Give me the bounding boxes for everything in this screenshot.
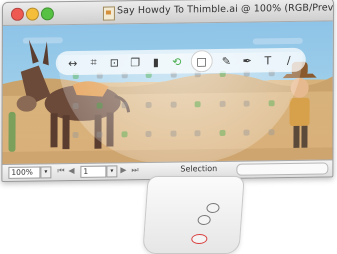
grid-dot [72, 102, 79, 109]
grid-dot [96, 131, 103, 139]
layers-icon[interactable]: ❐ [128, 55, 142, 69]
shape-icon[interactable]: □ [190, 50, 213, 73]
grid-dot [145, 131, 152, 138]
grid-dot [268, 99, 275, 106]
grid-dot [170, 101, 177, 108]
next-page-icon[interactable]: ▶ [120, 165, 126, 174]
grid-dot [219, 130, 226, 137]
brush-icon[interactable]: ∕ [282, 53, 296, 67]
grid-dot [145, 101, 152, 108]
grid-dot [121, 131, 128, 138]
grid-dot [194, 100, 201, 107]
artboard-canvas[interactable]: ↔ ⌗ ⊡ ❐ ▮ ⟲ □ ✎ ✒ T ∕ [2, 21, 333, 166]
cactus-figure [8, 111, 16, 152]
pencil-icon[interactable]: ✎ [219, 54, 233, 68]
close-button[interactable] [10, 7, 24, 21]
grid-icon[interactable]: ⌗ [87, 56, 101, 70]
last-page-icon[interactable]: ⏭ [131, 165, 138, 175]
grid-dot [243, 100, 250, 107]
document-icon [102, 6, 115, 21]
zoom-field[interactable]: 100% [8, 166, 41, 179]
remote-controller [142, 176, 245, 254]
controller-button-middle[interactable] [197, 215, 211, 225]
grid-dot [243, 129, 250, 136]
move-icon[interactable]: ↔ [66, 56, 80, 70]
page-field[interactable]: 1 [80, 165, 107, 178]
grid-dot [170, 130, 177, 137]
first-page-icon[interactable]: ⏮ [57, 166, 64, 176]
text-icon[interactable]: T [261, 53, 275, 67]
status-mode: Selection [180, 164, 218, 174]
zoom-button[interactable] [40, 7, 54, 21]
window-title: Say Howdy To Thimble.ai @ 100% (RGB/Prev… [116, 2, 334, 17]
crop-icon[interactable]: ⊡ [107, 55, 121, 69]
prev-page-icon[interactable]: ◀ [68, 166, 74, 175]
rotate-icon[interactable]: ⟲ [170, 54, 184, 68]
grid-dot [72, 132, 79, 139]
controller-button-bottom[interactable] [190, 234, 208, 244]
grid-dot [194, 130, 201, 137]
grid-dot [268, 129, 275, 136]
grid-dot [121, 101, 128, 108]
horizontal-scrollbar[interactable] [236, 162, 329, 176]
grid-dot [219, 100, 226, 107]
floating-toolbar: ↔ ⌗ ⊡ ❐ ▮ ⟲ □ ✎ ✒ T ∕ [55, 47, 306, 76]
column-icon[interactable]: ▮ [149, 55, 163, 69]
controller-button-top[interactable] [206, 203, 220, 213]
zoom-dropdown-arrow[interactable]: ▾ [40, 166, 52, 179]
pen-icon[interactable]: ✒ [240, 53, 254, 67]
minimize-button[interactable] [25, 7, 39, 21]
page-dropdown-arrow[interactable]: ▾ [106, 165, 118, 178]
app-window: Say Howdy To Thimble.ai @ 100% (RGB/Prev… [1, 0, 334, 183]
tool-grid [72, 70, 292, 153]
grid-dot [97, 102, 104, 109]
